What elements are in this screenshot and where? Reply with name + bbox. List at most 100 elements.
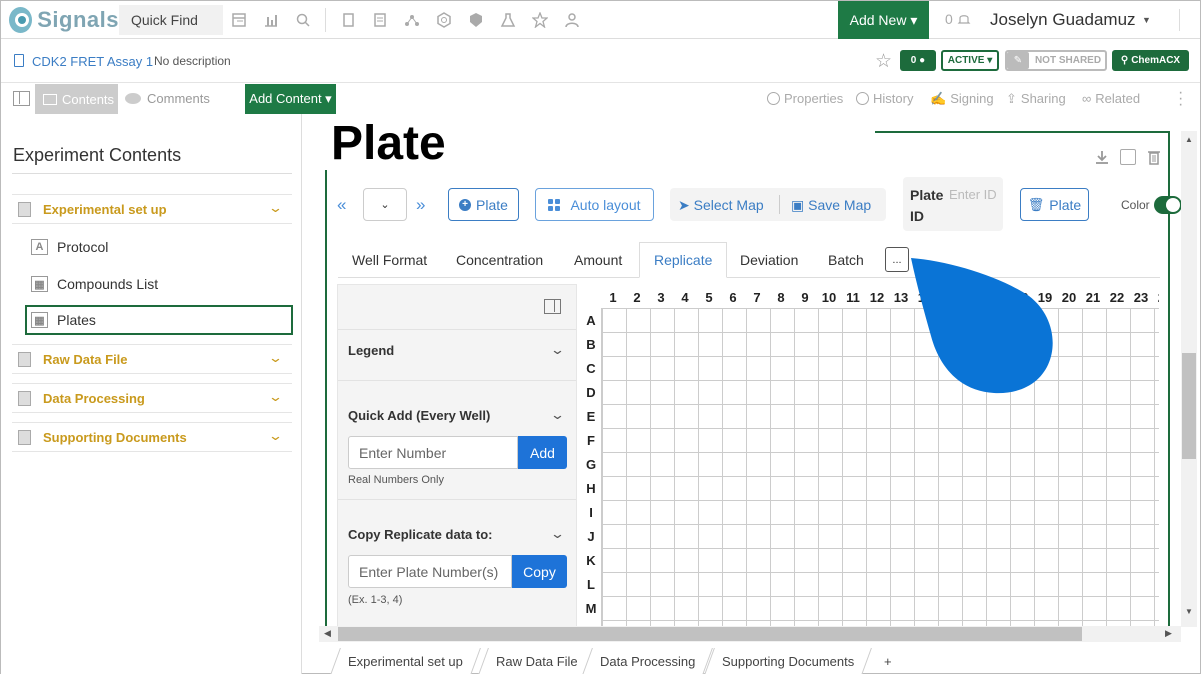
collapse-panel-icon[interactable] xyxy=(544,299,561,314)
column-header[interactable]: 5 xyxy=(697,290,721,305)
scroll-left-arrow-icon[interactable]: ◀ xyxy=(324,628,331,639)
auto-layout-button[interactable]: Auto layout xyxy=(535,188,654,221)
save-map-button[interactable]: ▣ Save Map xyxy=(791,197,871,214)
signals-logo[interactable]: Signals xyxy=(1,1,119,39)
row-header[interactable]: J xyxy=(581,529,601,544)
row-header[interactable]: G xyxy=(581,457,601,472)
tab-batch[interactable]: Batch xyxy=(814,242,878,278)
copy-replicate-heading[interactable]: Copy Replicate data to: xyxy=(348,527,492,542)
column-header[interactable]: 12 xyxy=(865,290,889,305)
copy-plate-input[interactable]: Enter Plate Number(s) xyxy=(348,555,512,588)
row-header[interactable]: M xyxy=(581,601,601,616)
scroll-up-arrow-icon[interactable]: ▲ xyxy=(1185,135,1193,144)
first-plate-icon[interactable]: « xyxy=(337,195,346,215)
tab-contents[interactable]: Contents xyxy=(35,84,118,114)
trash-icon[interactable] xyxy=(1146,149,1162,165)
flask-icon[interactable] xyxy=(492,1,524,39)
sidebar-toggle-icon[interactable] xyxy=(13,91,30,106)
status-badge[interactable]: ACTIVE ▾ xyxy=(941,50,999,71)
bar-chart-icon[interactable] xyxy=(255,1,287,39)
document-icon[interactable] xyxy=(364,1,396,39)
scroll-right-arrow-icon[interactable]: ▶ xyxy=(1165,628,1172,639)
add-section-tab-button[interactable]: + xyxy=(884,654,892,669)
bottom-tab-supporting-documents[interactable]: Supporting Documents xyxy=(704,648,873,674)
row-header[interactable]: B xyxy=(581,337,601,352)
select-map-button[interactable]: ➤ Select Map xyxy=(678,197,764,214)
section-experimental-setup[interactable]: Experimental set up ⌄ xyxy=(12,194,292,224)
column-header[interactable]: 9 xyxy=(793,290,817,305)
row-header[interactable]: E xyxy=(581,409,601,424)
chevron-down-icon[interactable]: ⌄ xyxy=(268,200,283,216)
row-header[interactable]: I xyxy=(581,505,601,520)
copy-icon[interactable] xyxy=(1120,149,1137,165)
column-header[interactable]: 23 xyxy=(1129,290,1153,305)
column-header[interactable]: 10 xyxy=(817,290,841,305)
add-content-button[interactable]: Add Content ▾ xyxy=(245,84,336,114)
column-header[interactable]: 4 xyxy=(673,290,697,305)
row-header[interactable]: L xyxy=(581,577,601,592)
row-header[interactable]: C xyxy=(581,361,601,376)
scroll-down-arrow-icon[interactable]: ▼ xyxy=(1185,607,1193,616)
subitem-plates[interactable]: ▦ Plates xyxy=(25,305,293,335)
properties-link[interactable]: Properties xyxy=(767,91,843,106)
plate-number-select[interactable]: ⌄ xyxy=(363,188,407,221)
copy-button[interactable]: Copy xyxy=(512,555,567,588)
chevron-down-icon[interactable]: ⌄ xyxy=(550,342,565,358)
plate-id-input[interactable]: Enter ID xyxy=(949,187,997,202)
well-cells[interactable] xyxy=(601,308,1159,626)
column-header[interactable]: 20 xyxy=(1057,290,1081,305)
more-tabs-button[interactable]: ... xyxy=(885,247,909,272)
column-header[interactable]: 3 xyxy=(649,290,673,305)
notifications[interactable]: 0 xyxy=(945,11,971,27)
add-button[interactable]: Add xyxy=(518,436,567,469)
column-header[interactable]: 2 xyxy=(625,290,649,305)
tab-comments[interactable]: Comments xyxy=(125,91,210,106)
history-link[interactable]: History xyxy=(856,91,913,106)
section-raw-data-file[interactable]: Raw Data File ⌄ xyxy=(12,344,292,374)
user-menu[interactable]: Joselyn Guadamuz xyxy=(990,10,1136,30)
subitem-compounds-list[interactable]: ▦ Compounds List xyxy=(25,269,293,299)
search-icon[interactable] xyxy=(287,1,319,39)
bottom-tab-experimental-setup[interactable]: Experimental set up xyxy=(330,648,481,674)
tab-replicate[interactable]: Replicate xyxy=(639,242,728,278)
column-header[interactable]: 24 xyxy=(1153,290,1159,305)
tab-amount[interactable]: Amount xyxy=(560,242,636,278)
user-caret-icon[interactable]: ▼ xyxy=(1142,15,1151,25)
add-plate-button[interactable]: + Plate xyxy=(448,188,519,221)
column-header[interactable]: 22 xyxy=(1105,290,1129,305)
row-header[interactable]: D xyxy=(581,385,601,400)
last-plate-icon[interactable]: » xyxy=(416,195,425,215)
tab-well-format[interactable]: Well Format xyxy=(338,242,441,278)
hexagon-icon[interactable] xyxy=(428,1,460,39)
star-outline-icon[interactable] xyxy=(524,1,556,39)
download-icon[interactable] xyxy=(1094,149,1110,165)
column-header[interactable]: 21 xyxy=(1081,290,1105,305)
related-link[interactable]: ∞ Related xyxy=(1082,91,1140,106)
quick-add-heading[interactable]: Quick Add (Every Well) xyxy=(348,408,490,423)
subitem-protocol[interactable]: A Protocol xyxy=(25,232,293,262)
column-header[interactable]: 6 xyxy=(721,290,745,305)
legend-heading[interactable]: Legend xyxy=(348,343,394,358)
notebook-icon[interactable] xyxy=(332,1,364,39)
add-new-button[interactable]: Add New ▾ xyxy=(838,1,929,39)
molecule-icon[interactable] xyxy=(396,1,428,39)
quick-add-input[interactable]: Enter Number xyxy=(348,436,518,469)
bottom-tab-raw-data-file[interactable]: Raw Data File xyxy=(478,648,596,674)
tab-deviation[interactable]: Deviation xyxy=(726,242,812,278)
column-header[interactable]: 7 xyxy=(745,290,769,305)
chevron-down-icon[interactable]: ⌄ xyxy=(550,526,565,542)
column-header[interactable]: 8 xyxy=(769,290,793,305)
section-data-processing[interactable]: Data Processing ⌄ xyxy=(12,383,292,413)
chevron-down-icon[interactable]: ⌄ xyxy=(268,350,283,366)
delete-plate-button[interactable]: 🗑 Plate xyxy=(1020,188,1089,221)
row-header[interactable]: H xyxy=(581,481,601,496)
vertical-scroll-thumb[interactable] xyxy=(1182,353,1196,459)
section-supporting-documents[interactable]: Supporting Documents ⌄ xyxy=(12,422,292,452)
users-icon[interactable] xyxy=(556,1,588,39)
bottom-tab-data-processing[interactable]: Data Processing xyxy=(582,648,714,674)
column-header[interactable]: 11 xyxy=(841,290,865,305)
row-header[interactable]: F xyxy=(581,433,601,448)
row-header[interactable]: K xyxy=(581,553,601,568)
dashboard-icon[interactable] xyxy=(223,1,255,39)
plate-id-field[interactable]: Plate ID Enter ID xyxy=(903,177,1003,231)
